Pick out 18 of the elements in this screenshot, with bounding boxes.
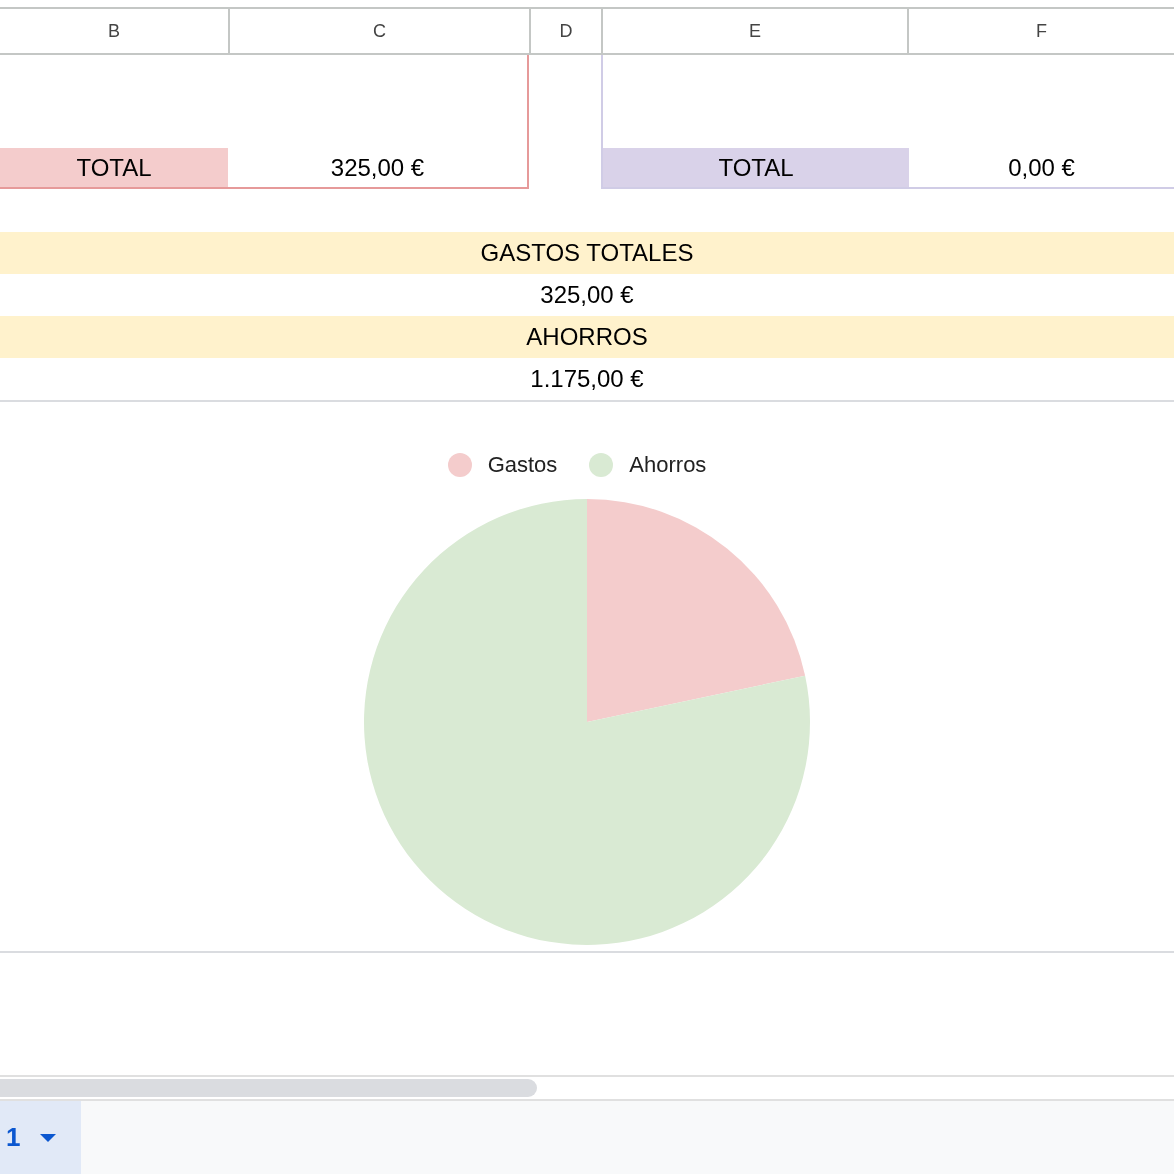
column-header[interactable]: D xyxy=(529,9,601,53)
summary-heading: GASTOS TOTALES xyxy=(0,232,1174,274)
column-header[interactable]: C xyxy=(228,9,529,53)
legend-label: Ahorros xyxy=(629,451,707,479)
legend-label: Gastos xyxy=(487,451,558,479)
table-cell: TOTAL xyxy=(603,148,909,187)
caret-icon xyxy=(40,1133,57,1142)
summary-value: 1.175,00 € xyxy=(529,364,645,394)
table-cell: TOTAL xyxy=(0,148,228,187)
scrollbar-thumb[interactable] xyxy=(0,1079,537,1097)
column-header[interactable]: E xyxy=(601,9,907,53)
summary-value: 325,00 € xyxy=(539,280,635,310)
column-header[interactable]: F xyxy=(907,9,1174,53)
sheet-tab[interactable]: 1 xyxy=(0,1101,81,1174)
table-cell-text: 325,00 € xyxy=(329,152,426,183)
table-cell-text: 0,00 € xyxy=(1007,152,1076,183)
column-header[interactable]: B xyxy=(0,9,228,53)
summary-heading: AHORROS xyxy=(0,316,1174,358)
